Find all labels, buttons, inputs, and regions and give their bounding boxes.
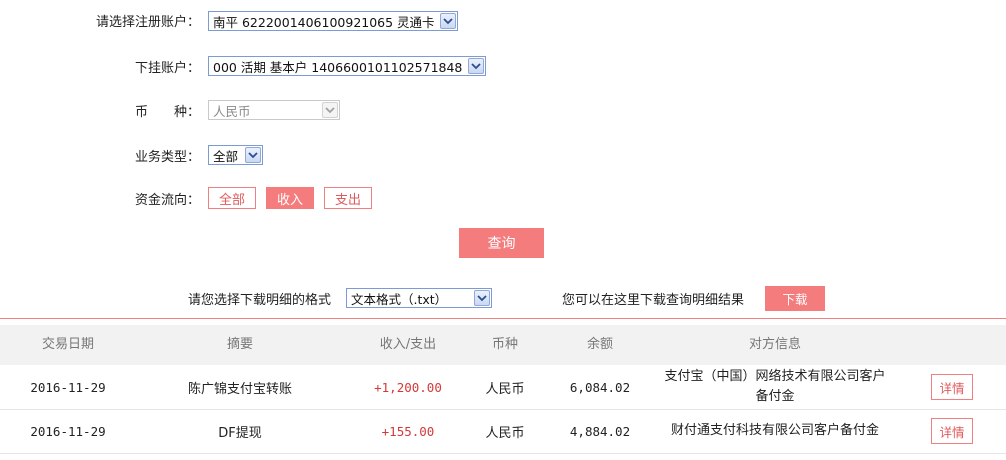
currency-select: 人民币 bbox=[208, 100, 340, 120]
download-format-select[interactable]: 文本格式（.txt） bbox=[346, 288, 492, 308]
sub-account-label: 下挂账户： bbox=[134, 61, 200, 76]
detail-button[interactable]: 详情 bbox=[931, 418, 973, 444]
business-type-label: 业务类型： bbox=[134, 150, 200, 165]
business-type-select[interactable]: 全部 bbox=[208, 145, 263, 165]
download-button[interactable]: 下载 bbox=[765, 286, 825, 311]
download-hint: 您可以在这里下载查询明细结果 bbox=[562, 293, 745, 308]
header-date: 交易日期 bbox=[41, 337, 94, 352]
download-format-value: 文本格式（.txt） bbox=[351, 291, 448, 307]
row-balance: 4,884.02 bbox=[569, 423, 631, 439]
row-party: 财付通支付科技有限公司客户备付金 bbox=[670, 423, 879, 438]
chevron-down-icon[interactable] bbox=[440, 13, 456, 29]
row-date: 2016-11-29 bbox=[30, 379, 106, 395]
account-select[interactable]: 南平 6222001406100921065 灵通卡 bbox=[208, 11, 458, 31]
row-party: 支付宝（中国）网络技术有限公司客户 备付金 bbox=[650, 365, 900, 409]
flow-all-button[interactable]: 全部 bbox=[208, 187, 256, 209]
currency-label: 币 种： bbox=[134, 105, 200, 120]
detail-button[interactable]: 详情 bbox=[931, 374, 973, 400]
business-type-select-value: 全部 bbox=[213, 148, 239, 164]
table-row: 2016-11-29 DF提现 +155.00 人民币 4,884.02 财付通… bbox=[0, 409, 1006, 454]
sub-account-select-value: 000 活期 基本户 1406600101102571848 bbox=[213, 59, 463, 75]
header-balance: 余额 bbox=[586, 337, 613, 352]
section-divider bbox=[0, 318, 1006, 319]
header-amount: 收入/支出 bbox=[379, 337, 437, 352]
row-currency: 人民币 bbox=[485, 381, 525, 397]
chevron-down-icon[interactable] bbox=[468, 58, 484, 74]
row-summary: DF提现 bbox=[218, 425, 262, 441]
flow-income-button[interactable]: 收入 bbox=[266, 187, 314, 209]
row-date: 2016-11-29 bbox=[30, 423, 106, 439]
row-balance: 6,084.02 bbox=[569, 379, 631, 395]
table-header: 交易日期 摘要 收入/支出 币种 余额 对方信息 bbox=[0, 325, 1006, 365]
header-party: 对方信息 bbox=[748, 337, 801, 352]
download-format-prompt: 请您选择下载明细的格式 bbox=[188, 293, 332, 308]
table-row: 2016-11-29 陈广锦支付宝转账 +1,200.00 人民币 6,084.… bbox=[0, 365, 1006, 410]
account-label: 请选择注册账户： bbox=[95, 15, 200, 30]
header-summary: 摘要 bbox=[226, 337, 253, 352]
row-summary: 陈广锦支付宝转账 bbox=[187, 381, 292, 397]
row-party-line2: 备付金 bbox=[755, 389, 795, 404]
chevron-down-icon[interactable] bbox=[474, 290, 490, 306]
header-currency: 币种 bbox=[491, 337, 518, 352]
query-button[interactable]: 查询 bbox=[459, 228, 544, 258]
account-select-value: 南平 6222001406100921065 灵通卡 bbox=[213, 14, 435, 30]
sub-account-select[interactable]: 000 活期 基本户 1406600101102571848 bbox=[208, 56, 486, 76]
row-amount: +1,200.00 bbox=[374, 379, 442, 395]
row-party-line1: 支付宝（中国）网络技术有限公司客户 bbox=[664, 369, 886, 384]
chevron-down-icon bbox=[322, 102, 338, 118]
row-amount: +155.00 bbox=[381, 423, 435, 439]
flow-label: 资金流向： bbox=[134, 193, 200, 208]
flow-expense-button[interactable]: 支出 bbox=[324, 187, 372, 209]
row-currency: 人民币 bbox=[485, 425, 525, 441]
chevron-down-icon[interactable] bbox=[245, 147, 261, 163]
currency-select-value: 人民币 bbox=[213, 103, 251, 119]
